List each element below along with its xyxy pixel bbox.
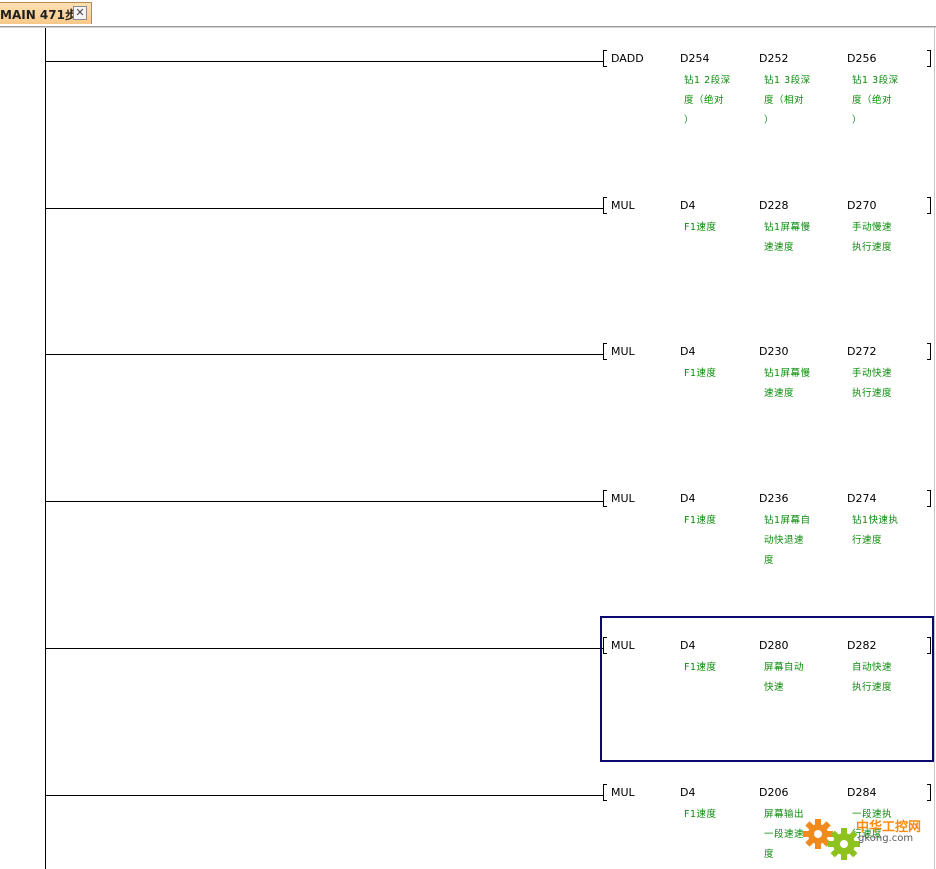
operand-device[interactable]: D230	[759, 345, 788, 358]
instruction-bracket-left	[603, 50, 607, 67]
operand-device[interactable]: D4	[680, 639, 695, 652]
rung[interactable]: MUL D4 D236 D274 F1速度 钻1屏幕自 动快退速 度 钻1快速执…	[0, 468, 936, 615]
device-comment: 钻1屏幕慢 速速度	[764, 222, 811, 253]
instruction-mnemonic[interactable]: DADD	[611, 52, 644, 65]
instruction-mnemonic[interactable]: MUL	[611, 492, 635, 505]
operand-device[interactable]: D228	[759, 199, 788, 212]
rung-wire	[46, 648, 603, 649]
operand-device[interactable]: D282	[847, 639, 876, 652]
device-comment: 钻1快速执 行速度	[852, 515, 899, 546]
device-comment: F1速度	[684, 662, 717, 673]
device-comment: F1速度	[684, 222, 717, 233]
device-comment: 手动慢速 执行速度	[852, 222, 893, 253]
ladder-diagram[interactable]: DADD D254 D252 D256 钻1 2段深 度（绝对 ） 钻1 3段深…	[0, 28, 936, 869]
operand-device[interactable]: D4	[680, 786, 695, 799]
device-comment: 手动快速 执行速度	[852, 368, 893, 399]
instruction-bracket-left	[603, 637, 607, 654]
rung-wire	[46, 354, 603, 355]
rung[interactable]: DADD D254 D252 D256 钻1 2段深 度（绝对 ） 钻1 3段深…	[0, 28, 936, 175]
operand-device[interactable]: D272	[847, 345, 876, 358]
device-comment: 钻1 2段深 度（绝对 ）	[684, 75, 731, 126]
operand-device[interactable]: D256	[847, 52, 876, 65]
operand-device[interactable]: D4	[680, 345, 695, 358]
instruction-bracket-right	[927, 784, 931, 801]
rung-wire	[46, 795, 603, 796]
rung-wire	[46, 501, 603, 502]
rung[interactable]: MUL D4 D228 D270 F1速度 钻1屏幕慢 速速度 手动慢速 执行速…	[0, 175, 936, 322]
device-comment: F1速度	[684, 368, 717, 379]
operand-device[interactable]: D284	[847, 786, 876, 799]
device-comment: 钻1屏幕自 动快退速 度	[764, 515, 811, 566]
tab-strip: MAIN 471步 ✕	[0, 0, 936, 28]
instruction-bracket-left	[603, 197, 607, 214]
operand-device[interactable]: D252	[759, 52, 788, 65]
rung[interactable]: MUL D4 D280 D282 F1速度 屏幕自动 快速 自动快速 执行速度	[0, 615, 936, 762]
rung-wire	[46, 208, 603, 209]
instruction-bracket-right	[927, 197, 931, 214]
instruction-bracket-right	[927, 637, 931, 654]
instruction-bracket-left	[603, 343, 607, 360]
operand-device[interactable]: D280	[759, 639, 788, 652]
operand-device[interactable]: D206	[759, 786, 788, 799]
tab-title: MAIN 471步	[0, 8, 77, 22]
device-comment: 屏幕输出 一段速速 度	[764, 809, 805, 860]
operand-device[interactable]: D4	[680, 492, 695, 505]
instruction-bracket-right	[927, 490, 931, 507]
tab-main[interactable]: MAIN 471步 ✕	[0, 2, 92, 24]
device-comment: F1速度	[684, 515, 717, 526]
operand-device[interactable]: D236	[759, 492, 788, 505]
instruction-bracket-left	[603, 784, 607, 801]
instruction-mnemonic[interactable]: MUL	[611, 639, 635, 652]
instruction-bracket-left	[603, 490, 607, 507]
device-comment: F1速度	[684, 809, 717, 820]
instruction-mnemonic[interactable]: MUL	[611, 786, 635, 799]
instruction-bracket-right	[927, 50, 931, 67]
device-comment: 钻1屏幕慢 速速度	[764, 368, 811, 399]
operand-device[interactable]: D254	[680, 52, 709, 65]
operand-device[interactable]: D4	[680, 199, 695, 212]
instruction-mnemonic[interactable]: MUL	[611, 199, 635, 212]
instruction-mnemonic[interactable]: MUL	[611, 345, 635, 358]
device-comment: 一段速执 行速度	[852, 809, 893, 840]
device-comment: 钻1 3段深 度（绝对 ）	[852, 75, 899, 126]
device-comment: 屏幕自动 快速	[764, 662, 805, 693]
device-comment: 自动快速 执行速度	[852, 662, 893, 693]
rung-wire	[46, 61, 603, 62]
rung[interactable]: MUL D4 D206 D284 F1速度 屏幕输出 一段速速 度 一段速执 行…	[0, 762, 936, 869]
operand-device[interactable]: D274	[847, 492, 876, 505]
device-comment: 钻1 3段深 度（相对 ）	[764, 75, 811, 126]
operand-device[interactable]: D270	[847, 199, 876, 212]
rung[interactable]: MUL D4 D230 D272 F1速度 钻1屏幕慢 速速度 手动快速 执行速…	[0, 321, 936, 468]
close-icon[interactable]: ✕	[73, 6, 87, 20]
instruction-bracket-right	[927, 343, 931, 360]
ladder-editor-window: MAIN 471步 ✕ DADD D254 D252 D256 钻1 2段深 度…	[0, 0, 936, 869]
